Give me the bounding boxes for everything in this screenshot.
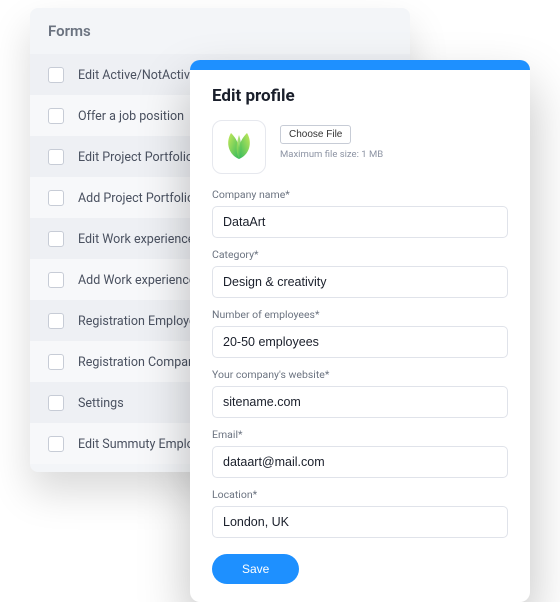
file-upload-column: Choose File Maximum file size: 1 MB [280,120,383,160]
forms-panel-title: Forms [30,8,410,54]
checkbox-icon[interactable] [48,354,64,370]
leaf-logo-icon [221,129,257,165]
employees-label: Number of employees* [212,308,508,321]
save-button[interactable]: Save [212,554,299,584]
category-input[interactable] [212,266,508,298]
location-input[interactable] [212,506,508,538]
location-field: Location* [212,488,508,538]
checkbox-icon[interactable] [48,395,64,411]
list-item-label: Add Work experience [78,273,196,288]
modal-body: Edit profile [190,70,530,602]
checkbox-icon[interactable] [48,231,64,247]
list-item-label: Edit Project Portfolio [78,150,193,165]
modal-title: Edit profile [212,86,508,106]
email-input[interactable] [212,446,508,478]
checkbox-icon[interactable] [48,190,64,206]
list-item-label: Add Project Portfolio [78,191,194,206]
checkbox-icon[interactable] [48,436,64,452]
website-label: Your company's website* [212,368,508,381]
modal-accent-bar [190,60,530,70]
website-input[interactable] [212,386,508,418]
company-name-label: Company name* [212,188,508,201]
file-size-hint: Maximum file size: 1 MB [280,149,383,160]
company-name-field: Company name* [212,188,508,238]
checkbox-icon[interactable] [48,149,64,165]
list-item-label: Edit Work experience [78,232,194,247]
list-item-label: Edit Active/NotActive [78,68,196,83]
employees-field: Number of employees* [212,308,508,358]
website-field: Your company's website* [212,368,508,418]
list-item-label: Registration Employee [78,314,202,329]
avatar-row: Choose File Maximum file size: 1 MB [212,120,508,174]
list-item-label: Offer a job position [78,109,184,124]
location-label: Location* [212,488,508,501]
employees-input[interactable] [212,326,508,358]
avatar [212,120,266,174]
checkbox-icon[interactable] [48,272,64,288]
company-name-input[interactable] [212,206,508,238]
checkbox-icon[interactable] [48,67,64,83]
checkbox-icon[interactable] [48,108,64,124]
category-label: Category* [212,248,508,261]
email-field: Email* [212,428,508,478]
email-label: Email* [212,428,508,441]
edit-profile-modal: Edit profile [190,60,530,602]
list-item-label: Registration Company [78,355,201,370]
checkbox-icon[interactable] [48,313,64,329]
list-item-label: Settings [78,396,124,411]
choose-file-button[interactable]: Choose File [280,125,351,144]
category-field: Category* [212,248,508,298]
